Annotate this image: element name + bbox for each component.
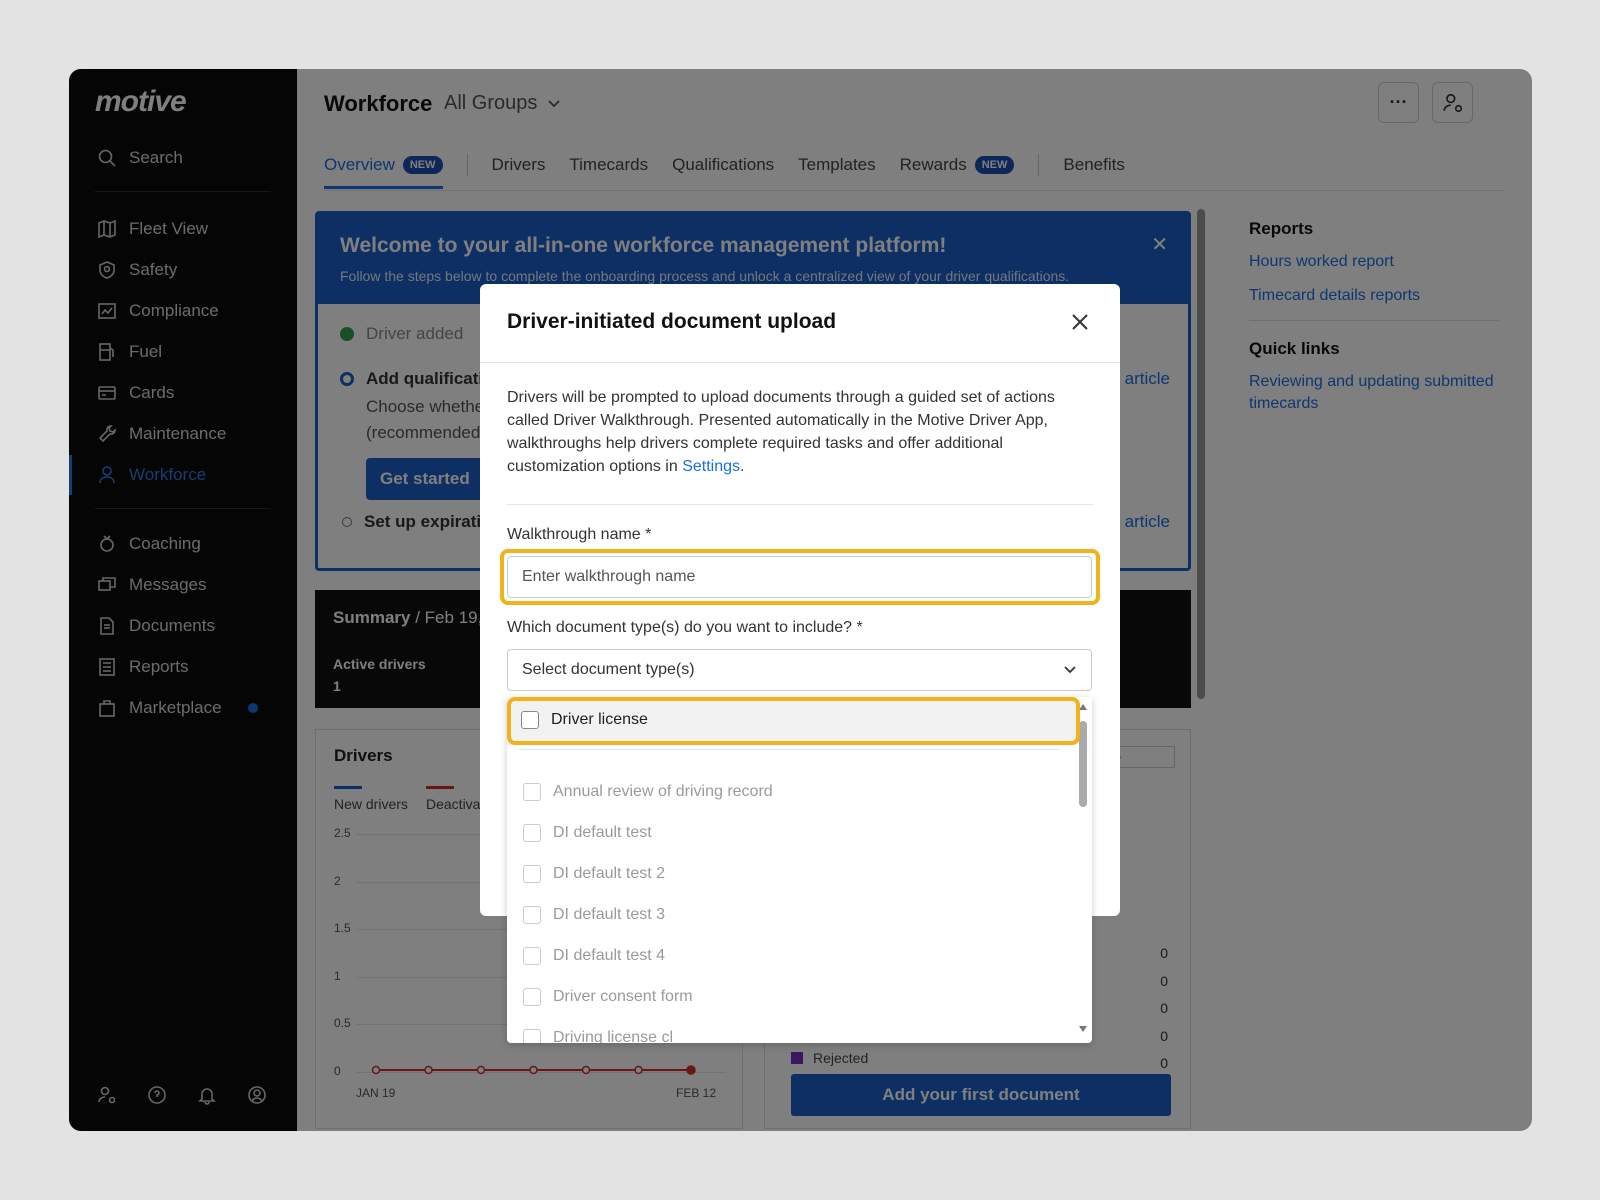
scrollbar-thumb[interactable] bbox=[1079, 721, 1087, 807]
option-di-default-test-3[interactable]: DI default test 3 bbox=[523, 906, 665, 924]
description-text: Drivers will be prompted to upload docum… bbox=[507, 389, 1055, 475]
modal-description: Drivers will be prompted to upload docum… bbox=[507, 386, 1067, 478]
checkbox[interactable] bbox=[523, 783, 541, 801]
checkbox[interactable] bbox=[523, 1029, 541, 1043]
checkbox[interactable] bbox=[523, 824, 541, 842]
checkbox[interactable] bbox=[523, 947, 541, 965]
option-label: Annual review of driving record bbox=[553, 783, 773, 800]
dropdown-scrollbar[interactable] bbox=[1078, 703, 1088, 1033]
option-annual-review[interactable]: Annual review of driving record bbox=[523, 783, 773, 801]
close-icon[interactable] bbox=[1070, 312, 1090, 332]
document-type-select[interactable]: Select document type(s) bbox=[507, 649, 1092, 691]
select-placeholder: Select document type(s) bbox=[522, 661, 695, 678]
walkthrough-name-label: Walkthrough name * bbox=[507, 526, 652, 543]
option-label: Driver consent form bbox=[553, 988, 693, 1005]
document-types-label: Which document type(s) do you want to in… bbox=[507, 619, 863, 636]
chevron-down-icon bbox=[1064, 666, 1076, 674]
option-driver-consent-form[interactable]: Driver consent form bbox=[523, 988, 693, 1006]
checkbox[interactable] bbox=[523, 865, 541, 883]
description-end: . bbox=[740, 458, 745, 475]
checkbox[interactable] bbox=[523, 906, 541, 924]
document-type-dropdown: Driver license Annual review of driving … bbox=[507, 697, 1092, 1043]
settings-link[interactable]: Settings bbox=[682, 458, 740, 475]
option-driving-license[interactable]: Driving license cl bbox=[523, 1029, 673, 1043]
checkbox[interactable] bbox=[523, 988, 541, 1006]
highlight-outline bbox=[500, 549, 1100, 605]
option-label: DI default test 2 bbox=[553, 865, 666, 882]
option-label: DI default test 3 bbox=[553, 906, 666, 923]
option-label: Driving license cl bbox=[553, 1029, 674, 1043]
divider bbox=[480, 362, 1120, 363]
divider bbox=[507, 504, 1093, 505]
divider bbox=[519, 749, 1059, 750]
scroll-down-icon[interactable] bbox=[1078, 1025, 1088, 1033]
option-di-default-test[interactable]: DI default test bbox=[523, 824, 652, 842]
option-di-default-test-2[interactable]: DI default test 2 bbox=[523, 865, 665, 883]
highlight-outline bbox=[507, 697, 1080, 745]
option-label: DI default test 4 bbox=[553, 947, 666, 964]
option-label: DI default test bbox=[553, 824, 652, 841]
option-di-default-test-4[interactable]: DI default test 4 bbox=[523, 947, 665, 965]
modal-title: Driver-initiated document upload bbox=[507, 310, 837, 333]
